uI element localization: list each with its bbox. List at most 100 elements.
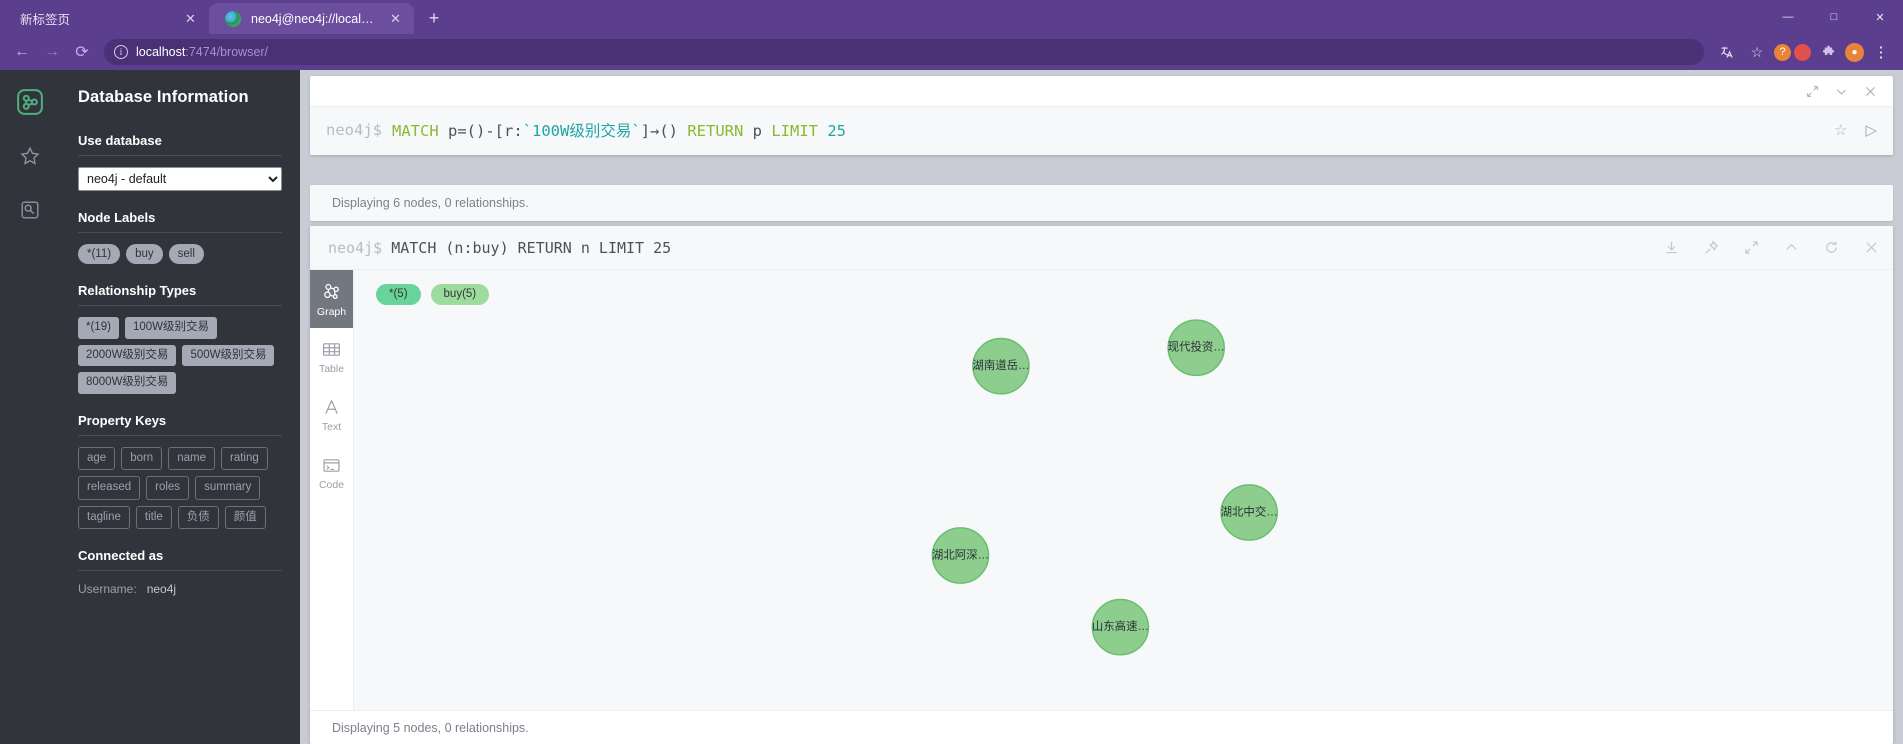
favorite-star-icon[interactable]: ☆ [1834, 121, 1847, 139]
reload-icon[interactable]: ⟳ [68, 38, 96, 66]
tab-close-icon[interactable]: ✕ [387, 10, 404, 27]
tab-label: Code [318, 479, 345, 491]
window-close-button[interactable]: ✕ [1857, 0, 1903, 34]
graph-legend: *(5) buy(5) [376, 284, 490, 305]
property-key-chip[interactable]: age [78, 446, 116, 471]
result-frame: neo4j$ MATCH (n:buy) RETURN n LIMIT 25 G… [310, 226, 1893, 744]
relationship-type-chips: *(19) 100W级别交易 2000W级别交易 500W级别交易 8000W级… [78, 317, 282, 394]
relationship-type-chip[interactable]: 100W级别交易 [124, 317, 217, 339]
close-icon[interactable] [1864, 85, 1877, 98]
new-tab-button[interactable]: + [420, 4, 448, 32]
graph-node[interactable]: 湖北中交… [1220, 484, 1278, 541]
neo4j-logo-icon[interactable] [12, 84, 48, 120]
run-play-icon[interactable]: ▷ [1865, 121, 1877, 139]
relationship-type-chip[interactable]: 8000W级别交易 [78, 372, 177, 394]
node-label-chip[interactable]: sell [168, 244, 204, 265]
database-information-panel: Database Information Use database neo4j … [60, 70, 300, 744]
relationship-type-chip[interactable]: 500W级别交易 [182, 344, 275, 367]
window-maximize-button[interactable]: □ [1811, 0, 1857, 34]
back-arrow-icon[interactable]: ← [8, 38, 36, 66]
divider [78, 434, 282, 436]
neo4j-globe-icon [225, 10, 241, 27]
chevron-down-icon[interactable] [1835, 85, 1848, 98]
property-key-chip[interactable]: released [78, 476, 141, 500]
divider [78, 570, 282, 572]
previous-result-status: Displaying 6 nodes, 0 relationships. [332, 196, 529, 210]
legend-chip-all[interactable]: *(5) [376, 284, 421, 305]
address-bar[interactable]: i localhost:7474/browser/ [104, 39, 1704, 65]
extension-orange-icon[interactable]: ? [1774, 43, 1791, 61]
section-heading: Connected as [78, 548, 164, 564]
cypher-query-text[interactable]: MATCH p=()-[r:`100W级别交易`]→() RETURN p LI… [392, 119, 1822, 141]
cypher-editor-card: neo4j$ MATCH p=()-[r:`100W级别交易`]→() RETU… [310, 76, 1893, 155]
url-path: :7474/browser/ [185, 45, 269, 59]
property-key-chip[interactable]: rating [221, 446, 268, 471]
graph-node[interactable]: 山东高速… [1091, 598, 1150, 656]
extension-red-icon[interactable] [1794, 43, 1811, 61]
section-heading: Use database [78, 133, 162, 148]
graph-canvas[interactable]: *(5) buy(5) 湖南道岳… 现代投资… 湖北中交… 湖北阿深… 山东高速… [354, 270, 1893, 710]
property-key-chip[interactable]: summary [195, 476, 261, 500]
refresh-icon[interactable] [1824, 240, 1839, 255]
extensions-puzzle-icon[interactable] [1814, 38, 1842, 66]
database-select[interactable]: neo4j - default [78, 167, 282, 191]
url-host: localhost [136, 45, 186, 59]
browser-tab-1[interactable]: 新标签页 ✕ [4, 3, 209, 34]
tab-code[interactable]: Code [310, 444, 353, 502]
graph-node[interactable]: 湖南道岳… [972, 337, 1030, 395]
tab-text[interactable]: Text [310, 386, 353, 444]
relationship-type-chip[interactable]: 2000W级别交易 [78, 344, 177, 367]
node-label: 湖北阿深… [932, 548, 989, 562]
documents-icon[interactable] [12, 192, 48, 228]
tab-close-icon[interactable]: ✕ [182, 10, 199, 27]
frame-query-text: neo4j$ MATCH (n:buy) RETURN n LIMIT 25 [328, 239, 1664, 257]
graph-visualization[interactable]: 湖南道岳… 现代投资… 湖北中交… 湖北阿深… 山东高速… [354, 270, 1893, 710]
translate-icon[interactable] [1712, 38, 1740, 66]
site-info-icon[interactable]: i [114, 45, 128, 59]
property-key-chip[interactable]: 负债 [177, 505, 219, 530]
use-database-section: Use database neo4j - default [78, 133, 282, 191]
node-labels-section: Node Labels *(11) buy sell [78, 210, 282, 265]
tab-graph[interactable]: Graph [310, 270, 353, 328]
window-minimize-button[interactable]: — [1765, 0, 1811, 34]
cypher-input-row[interactable]: neo4j$ MATCH p=()-[r:`100W级别交易`]→() RETU… [310, 106, 1893, 155]
browser-tab-2[interactable]: neo4j@neo4j://localhost:7687/ ✕ [209, 3, 414, 34]
forward-arrow-icon[interactable]: → [38, 38, 66, 66]
close-icon[interactable] [1864, 240, 1879, 255]
node-label-chip[interactable]: buy [126, 244, 163, 265]
tab-label: Graph [316, 305, 347, 318]
property-key-chip[interactable]: born [121, 446, 163, 471]
property-key-chip[interactable]: title [135, 505, 172, 530]
collapse-up-icon[interactable] [1784, 240, 1799, 255]
property-key-chip[interactable]: name [168, 446, 215, 471]
legend-chip-buy[interactable]: buy(5) [430, 284, 490, 305]
download-icon[interactable] [1664, 240, 1679, 255]
expand-icon[interactable] [1806, 85, 1819, 98]
result-frame-body: Graph Table Text Code *(5) buy(5) 湖南道岳… … [310, 270, 1893, 710]
pin-icon[interactable] [1704, 240, 1719, 255]
browser-menu-icon[interactable]: ⋮ [1867, 38, 1895, 66]
graph-node[interactable]: 现代投资… [1167, 319, 1226, 377]
property-key-chip[interactable]: 颜值 [224, 505, 266, 530]
property-key-chip[interactable]: roles [146, 476, 190, 500]
node-label-chips: *(11) buy sell [78, 244, 282, 265]
divider [78, 155, 282, 156]
relationship-type-chip[interactable]: *(19) [78, 317, 119, 339]
tab-title: 新标签页 [20, 13, 71, 27]
relationship-types-section: Relationship Types *(19) 100W级别交易 2000W级… [78, 283, 282, 394]
result-status-text: Displaying 5 nodes, 0 relationships. [332, 720, 529, 735]
node-label-chip[interactable]: *(11) [78, 244, 121, 265]
property-key-chip[interactable]: tagline [78, 505, 130, 530]
tab-table[interactable]: Table [310, 328, 353, 386]
sidebar-rail [0, 70, 60, 744]
profile-avatar[interactable]: ● [1845, 42, 1864, 62]
fullscreen-icon[interactable] [1744, 240, 1759, 255]
graph-node[interactable]: 湖北阿深… [931, 527, 990, 584]
text-icon [325, 400, 338, 414]
section-heading: Relationship Types [78, 283, 197, 299]
tab-label: Text [321, 421, 342, 433]
section-heading: Node Labels [78, 210, 156, 225]
favorites-star-icon[interactable] [12, 138, 48, 174]
bookmark-star-icon[interactable]: ☆ [1743, 38, 1771, 66]
window-controls: — □ ✕ [1765, 0, 1903, 34]
